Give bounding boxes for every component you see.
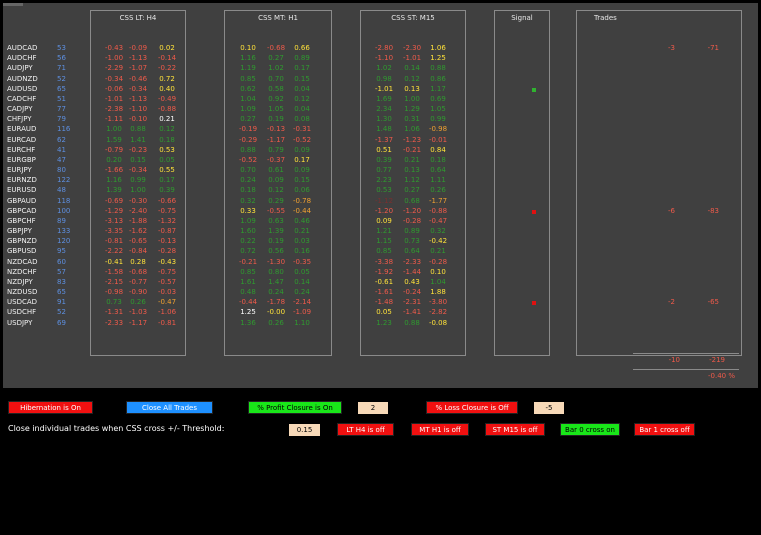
close-all-trades-button[interactable]: Close All Trades [126,401,213,414]
total-b: -219 [709,356,725,364]
loss-value-input[interactable]: -5 [534,402,564,414]
css-st-value: 1.23 [376,318,392,327]
window-title-stub [3,3,23,6]
signal-marker [532,87,536,92]
st-m15-toggle[interactable]: ST M15 is off [485,423,545,436]
trade-value-b: -83 [707,206,719,215]
row-symbol: USDJPY [7,318,33,327]
close-individual-label: Close individual trades when CSS cross +… [8,424,225,433]
css-mt-value: 1.36 [240,318,256,327]
signal-header: Signal [511,14,533,22]
mt-h1-toggle[interactable]: MT H1 is off [411,423,469,436]
row-index: 69 [57,318,66,327]
css-mt-value: 1.10 [294,318,310,327]
bar1-cross-toggle[interactable]: Bar 1 cross off [634,423,695,436]
total-pct: -0.40 % [708,372,735,380]
total-a: -10 [668,356,680,364]
lt-h4-toggle[interactable]: LT H4 is off [337,423,394,436]
trade-value-a: -3 [668,44,675,52]
bar0-cross-toggle[interactable]: Bar 0 cross on [560,423,620,436]
css-mt-header: CSS MT: H1 [258,14,298,22]
css-dashboard-panel: CSS LT: H4 CSS MT: H1 CSS ST: M15 Signal… [3,3,758,388]
css-lt-value: -2.33 [104,318,124,327]
trades-header: Trades [594,14,617,22]
profit-value-input[interactable]: 2 [358,402,388,414]
trade-value-a: -6 [668,206,675,215]
trade-value-a: -2 [668,298,675,307]
hibernation-button[interactable]: Hibernation is On [8,401,93,414]
css-lt-value: -0.81 [157,318,177,327]
signal-box: Signal [494,10,550,356]
threshold-input[interactable]: 0.15 [289,424,320,436]
css-st-value: 0.88 [404,318,420,327]
css-st-header: CSS ST: M15 [391,14,435,22]
signal-marker [532,209,536,214]
trade-value-b: -65 [707,298,719,307]
profit-closure-button[interactable]: % Profit Closure is On [248,401,342,414]
css-lt-value: -1.17 [128,318,148,327]
css-mt-value: 0.26 [268,318,284,327]
css-st-value: -0.08 [428,318,448,327]
pct-divider [633,369,739,370]
trade-value-b: -71 [707,44,719,52]
css-lt-header: CSS LT: H4 [119,14,157,22]
loss-closure-button[interactable]: % Loss Closure is Off [426,401,518,414]
totals-divider [633,353,739,354]
signal-marker [532,301,536,306]
